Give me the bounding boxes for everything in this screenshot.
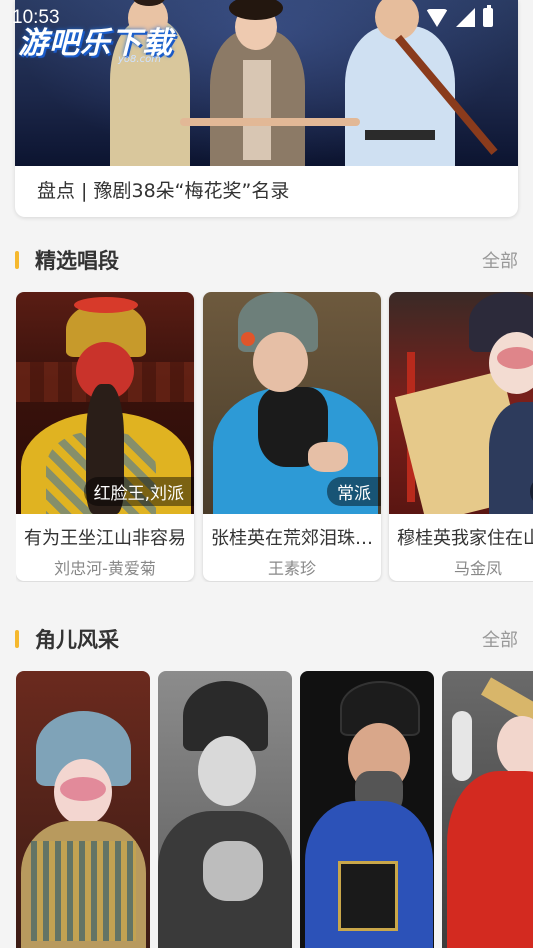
watermark-sub: yo8.com — [118, 54, 161, 65]
wifi-icon — [426, 8, 448, 27]
section-accent-bar — [15, 251, 19, 269]
role-card[interactable] — [300, 671, 434, 948]
status-time: 10:53 — [12, 7, 60, 28]
section-accent-bar — [15, 630, 19, 648]
status-bar: 10:53 — [0, 0, 533, 36]
selected-songs-list: 红脸王,刘派 有为王坐江山非容易 刘忠河-黄爱菊 常派 张桂英在荒郊泪珠滚滚 王… — [16, 292, 533, 582]
song-artist: 王素珍 — [267, 559, 316, 578]
song-thumbnail: 马 — [389, 292, 533, 514]
roles-list — [16, 671, 533, 948]
featured-caption: 盘点 | 豫剧38朵“梅花奖”名录 — [37, 180, 290, 202]
role-card[interactable] — [442, 671, 533, 948]
song-style-tag: 红脸王,刘派 — [83, 477, 194, 506]
view-all-roles-link[interactable]: 全部 — [482, 626, 518, 652]
song-artist: 刘忠河-黄爱菊 — [54, 559, 156, 578]
song-title: 张桂英在荒郊泪珠滚滚 — [211, 528, 377, 549]
role-card[interactable] — [16, 671, 150, 948]
song-title: 穆桂英我家住在山东 — [397, 528, 533, 549]
song-card[interactable]: 马 穆桂英我家住在山东 马金凤 — [389, 292, 533, 581]
song-thumbnail: 红脸王,刘派 — [16, 292, 194, 514]
section-header-roles: 角儿风采 全部 — [15, 624, 518, 654]
song-card[interactable]: 常派 张桂英在荒郊泪珠滚滚 王素珍 — [203, 292, 381, 581]
battery-icon — [483, 5, 493, 27]
status-icons — [426, 5, 493, 27]
signal-icon — [456, 8, 475, 27]
song-artist: 马金凤 — [453, 559, 502, 578]
role-card[interactable] — [158, 671, 292, 948]
view-all-songs-link[interactable]: 全部 — [482, 247, 518, 273]
song-card[interactable]: 红脸王,刘派 有为王坐江山非容易 刘忠河-黄爱菊 — [16, 292, 194, 581]
song-style-tag: 常派 — [327, 477, 381, 506]
song-thumbnail: 常派 — [203, 292, 381, 514]
section-title: 精选唱段 — [35, 249, 119, 273]
song-title: 有为王坐江山非容易 — [24, 528, 186, 549]
section-header-selected-songs: 精选唱段 全部 — [15, 245, 518, 275]
section-title: 角儿风采 — [35, 628, 119, 652]
